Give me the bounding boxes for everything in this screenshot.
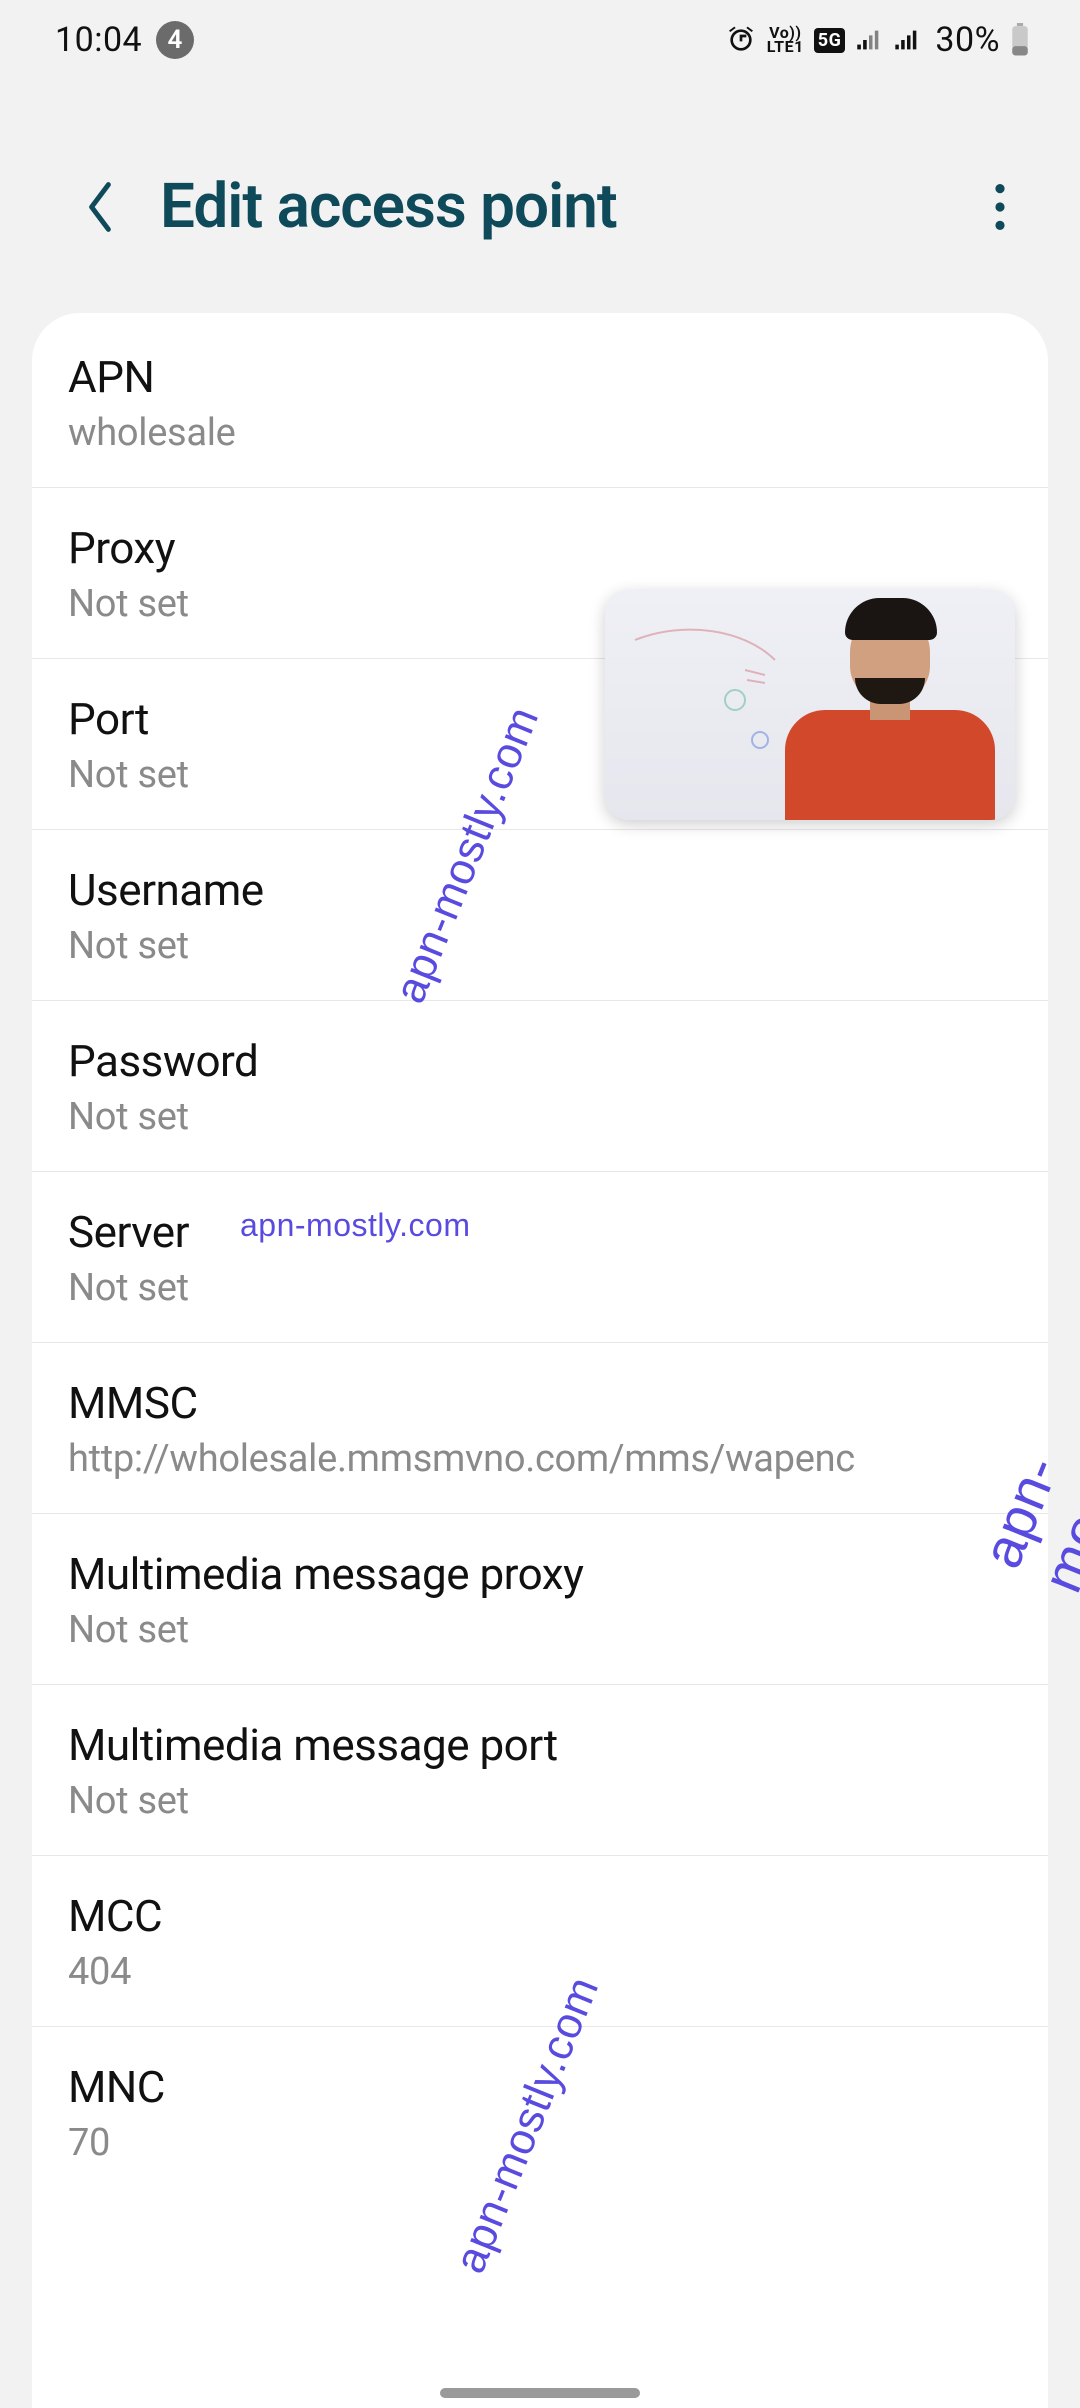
field-value: Not set	[68, 1608, 1012, 1652]
battery-percent: 30%	[935, 20, 1000, 60]
status-left: 10:04 4	[55, 20, 194, 60]
header: Edit access point	[0, 80, 1080, 313]
whiteboard-scribbles	[625, 610, 785, 790]
field-value: wholesale	[68, 411, 1012, 455]
field-value: Not set	[68, 1779, 1012, 1823]
picture-in-picture-window[interactable]	[605, 590, 1015, 820]
alarm-icon	[725, 24, 757, 56]
field-label: APN	[68, 351, 1012, 403]
back-button[interactable]	[70, 177, 130, 237]
status-time: 10:04	[55, 20, 142, 60]
field-label: Multimedia message proxy	[68, 1548, 1012, 1600]
field-mms-port[interactable]: Multimedia message port Not set	[32, 1685, 1048, 1856]
more-options-button[interactable]	[970, 177, 1030, 237]
notification-count-badge: 4	[156, 21, 194, 59]
field-value: 70	[68, 2121, 1012, 2165]
signal-1-icon	[855, 26, 883, 54]
page-title: Edit access point	[160, 170, 970, 243]
field-label: MCC	[68, 1890, 1012, 1942]
field-label: Server	[68, 1206, 1012, 1258]
field-value: Not set	[68, 1095, 1012, 1139]
field-label: Proxy	[68, 522, 1012, 574]
field-label: MNC	[68, 2061, 1012, 2113]
5g-icon: 5G	[814, 28, 846, 53]
gesture-nav-handle[interactable]	[440, 2388, 640, 2398]
field-password[interactable]: Password Not set	[32, 1001, 1048, 1172]
field-value: Not set	[68, 1266, 1012, 1310]
field-mmsc[interactable]: MMSC http://wholesale.mmsmvno.com/mms/wa…	[32, 1343, 1048, 1514]
field-label: Multimedia message port	[68, 1719, 1012, 1771]
field-username[interactable]: Username Not set	[32, 830, 1048, 1001]
field-label: MMSC	[68, 1377, 1012, 1429]
field-value: 404	[68, 1950, 1012, 1994]
field-value: Not set	[68, 924, 1012, 968]
field-label: Username	[68, 864, 1012, 916]
pip-person	[785, 630, 995, 820]
volte-icon: Vo))LTE1	[767, 26, 804, 54]
status-bar: 10:04 4 Vo))LTE1 5G 30%	[0, 0, 1080, 80]
signal-2-icon	[893, 26, 921, 54]
field-apn[interactable]: APN wholesale	[32, 317, 1048, 488]
field-mms-proxy[interactable]: Multimedia message proxy Not set	[32, 1514, 1048, 1685]
field-mnc[interactable]: MNC 70	[32, 2027, 1048, 2197]
battery-icon	[1010, 23, 1030, 57]
field-server[interactable]: Server Not set	[32, 1172, 1048, 1343]
more-vertical-icon	[995, 184, 1005, 230]
status-right: Vo))LTE1 5G 30%	[725, 20, 1030, 60]
chevron-left-icon	[82, 179, 118, 235]
field-mcc[interactable]: MCC 404	[32, 1856, 1048, 2027]
field-label: Password	[68, 1035, 1012, 1087]
field-value: http://wholesale.mmsmvno.com/mms/wapenc	[68, 1437, 1012, 1481]
